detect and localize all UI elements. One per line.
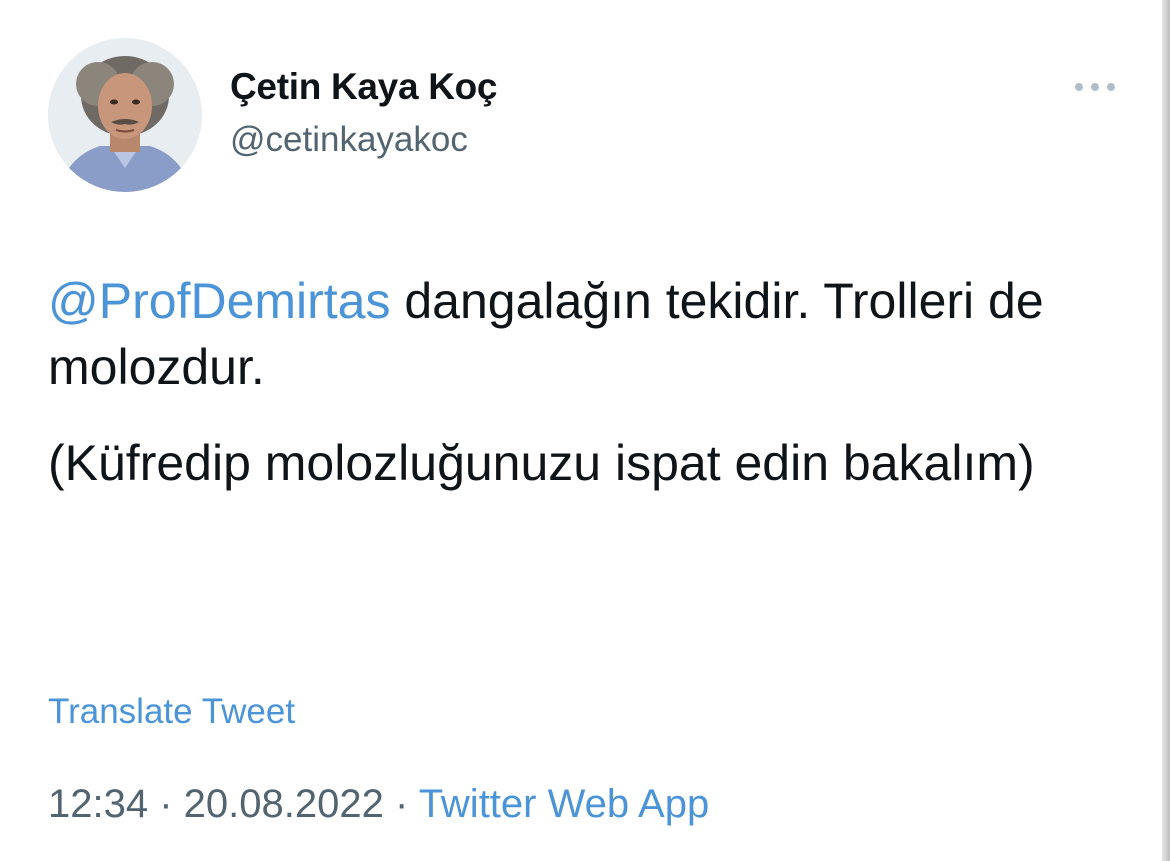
tweet-meta: 12:34 · 20.08.2022 · Twitter Web App bbox=[48, 782, 709, 827]
tweet-date[interactable]: 20.08.2022 bbox=[184, 782, 384, 826]
tweet-paragraph-1: @ProfDemirtas dangalağın tekidir. Trolle… bbox=[48, 268, 1128, 400]
more-horizontal-icon bbox=[1075, 83, 1115, 91]
meta-separator: · bbox=[383, 782, 419, 826]
avatar[interactable] bbox=[48, 38, 202, 192]
meta-separator: · bbox=[148, 782, 184, 826]
author-name[interactable]: Çetin Kaya Koç bbox=[230, 66, 498, 108]
tweet-paragraph-2: (Küfredip molozluğunuzu ispat edin bakal… bbox=[48, 435, 1035, 491]
tweet-source-link[interactable]: Twitter Web App bbox=[419, 782, 710, 826]
author-handle[interactable]: @cetinkayakoc bbox=[230, 120, 468, 160]
translate-tweet-link[interactable]: Translate Tweet bbox=[48, 692, 295, 732]
mention-link[interactable]: @ProfDemirtas bbox=[48, 273, 390, 329]
more-options-button[interactable] bbox=[1070, 72, 1120, 102]
tweet-time[interactable]: 12:34 bbox=[48, 782, 148, 826]
window-edge bbox=[1162, 0, 1170, 861]
avatar-photo bbox=[48, 38, 202, 192]
tweet-body: @ProfDemirtas dangalağın tekidir. Trolle… bbox=[48, 268, 1128, 496]
